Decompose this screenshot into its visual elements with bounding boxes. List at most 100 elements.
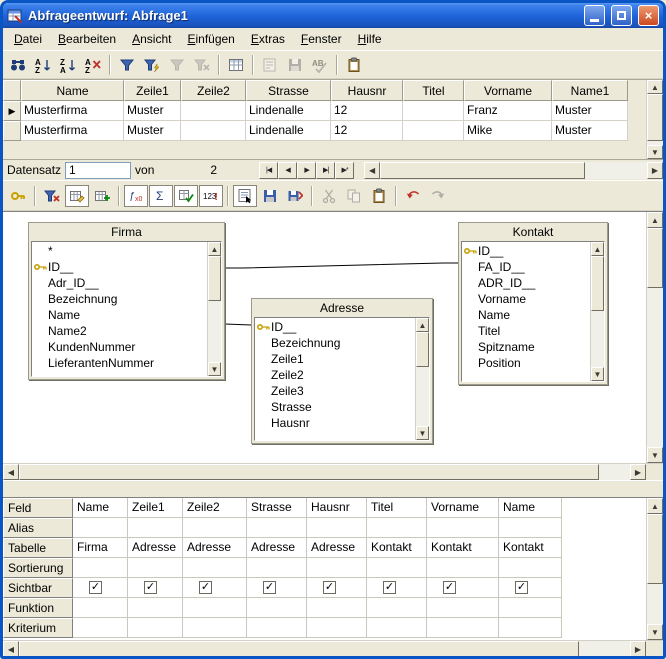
table-box-kontakt[interactable]: Kontakt ID__ FA_ID__ ADR_ID__ Vorname Na… bbox=[458, 222, 608, 385]
scroll-up-icon[interactable]: ▲ bbox=[647, 80, 663, 94]
cell[interactable]: Franz bbox=[464, 101, 552, 121]
grid-cell[interactable] bbox=[183, 618, 247, 638]
paste-button[interactable] bbox=[342, 54, 366, 76]
scroll-up-icon[interactable]: ▲ bbox=[208, 242, 221, 256]
cell[interactable]: 12 bbox=[331, 121, 403, 141]
query-design-canvas[interactable]: Firma * ID__ Adr_ID__ Bezeichnung Name N… bbox=[3, 211, 663, 463]
grid-cell[interactable]: Zeile1 bbox=[128, 498, 183, 518]
grid-cell[interactable]: Kontakt bbox=[367, 538, 427, 558]
scroll-left-icon[interactable]: ◀ bbox=[3, 641, 19, 657]
grid-cell[interactable] bbox=[499, 518, 562, 538]
grid-cell[interactable] bbox=[427, 558, 499, 578]
save-button[interactable] bbox=[258, 185, 282, 207]
grid-row-header-sortierung[interactable]: Sortierung bbox=[3, 558, 73, 578]
sort-descending-button[interactable]: Z A bbox=[56, 54, 80, 76]
scroll-up-icon[interactable]: ▲ bbox=[416, 318, 429, 332]
grid-cell[interactable]: Name bbox=[499, 498, 562, 518]
field-item[interactable]: LieferantenNummer bbox=[32, 355, 207, 371]
field-item[interactable]: FA_ID__ bbox=[462, 259, 590, 275]
scrollbar-thumb[interactable] bbox=[591, 256, 604, 311]
grid-cell[interactable] bbox=[247, 618, 307, 638]
totals-button[interactable]: Σ bbox=[149, 185, 173, 207]
field-item[interactable]: Bezeichnung bbox=[255, 335, 415, 351]
cell[interactable]: Muster bbox=[552, 121, 628, 141]
scrollbar-track[interactable] bbox=[647, 584, 663, 624]
scrollbar-track[interactable] bbox=[591, 311, 604, 367]
grid-cell[interactable]: Adresse bbox=[247, 538, 307, 558]
column-header-strasse[interactable]: Strasse bbox=[246, 80, 331, 101]
scrollbar-thumb[interactable] bbox=[208, 256, 221, 301]
grid-cell[interactable]: Kontakt bbox=[427, 538, 499, 558]
field-list-scrollbar[interactable]: ▲ ▼ bbox=[415, 318, 429, 440]
cell[interactable]: Muster bbox=[124, 101, 181, 121]
grid-cell[interactable]: Vorname bbox=[427, 498, 499, 518]
grid-cell[interactable] bbox=[367, 558, 427, 578]
menu-ansicht[interactable]: Ansicht bbox=[124, 29, 179, 49]
cell[interactable]: Lindenalle bbox=[246, 101, 331, 121]
cut-button[interactable] bbox=[317, 185, 341, 207]
redo-button[interactable] bbox=[426, 185, 450, 207]
grid-cell[interactable] bbox=[307, 618, 367, 638]
scroll-left-icon[interactable]: ◀ bbox=[3, 464, 19, 480]
titlebar[interactable]: Abfrageentwurf: Abfrage1 × bbox=[3, 3, 663, 28]
filter-button[interactable] bbox=[115, 54, 139, 76]
field-item[interactable]: Name bbox=[32, 307, 207, 323]
scroll-right-icon[interactable]: ▶ bbox=[647, 162, 663, 179]
column-header-zeile2[interactable]: Zeile2 bbox=[181, 80, 246, 101]
grid-cell[interactable]: Adresse bbox=[128, 538, 183, 558]
grid-cell[interactable] bbox=[499, 558, 562, 578]
grid-cell[interactable] bbox=[307, 558, 367, 578]
grid-cell[interactable] bbox=[73, 618, 128, 638]
scroll-down-icon[interactable]: ▼ bbox=[591, 367, 604, 381]
visible-checkbox[interactable] bbox=[144, 581, 157, 594]
scroll-down-icon[interactable]: ▼ bbox=[416, 426, 429, 440]
row-selector[interactable] bbox=[3, 121, 21, 141]
scrollbar-thumb[interactable] bbox=[647, 94, 663, 141]
grid-cell[interactable] bbox=[128, 618, 183, 638]
grid-cell[interactable] bbox=[128, 598, 183, 618]
field-item[interactable]: ID__ bbox=[32, 259, 207, 275]
menu-einfuegen[interactable]: Einfügen bbox=[179, 29, 242, 49]
grid-cell[interactable] bbox=[73, 518, 128, 538]
add-table-button[interactable] bbox=[90, 185, 114, 207]
table-title[interactable]: Kontakt bbox=[459, 223, 607, 240]
scroll-down-icon[interactable]: ▼ bbox=[647, 447, 663, 463]
grid-check-button[interactable] bbox=[174, 185, 198, 207]
close-button[interactable]: × bbox=[638, 5, 659, 26]
save-as-button[interactable] bbox=[283, 185, 307, 207]
properties-sheet-button[interactable] bbox=[233, 185, 257, 207]
field-item[interactable]: ADR_ID__ bbox=[462, 275, 590, 291]
field-item[interactable]: Bezeichnung bbox=[32, 291, 207, 307]
grid-cell[interactable] bbox=[367, 598, 427, 618]
scrollbar-thumb[interactable] bbox=[647, 514, 663, 584]
grid-horizontal-scrollbar[interactable]: ◀ ▶ bbox=[3, 640, 663, 657]
grid-row-header-funktion[interactable]: Funktion bbox=[3, 598, 73, 618]
pane-splitter[interactable] bbox=[3, 480, 663, 497]
scroll-up-icon[interactable]: ▲ bbox=[647, 212, 663, 228]
column-header-vorname[interactable]: Vorname bbox=[464, 80, 552, 101]
grid-vertical-scrollbar[interactable]: ▲ ▼ bbox=[646, 498, 663, 640]
column-header-titel[interactable]: Titel bbox=[403, 80, 464, 101]
scrollbar-track[interactable] bbox=[647, 288, 663, 447]
scrollbar-track[interactable] bbox=[208, 301, 221, 362]
grid-cell[interactable]: Adresse bbox=[307, 538, 367, 558]
cell[interactable] bbox=[181, 121, 246, 141]
scrollbar-thumb[interactable] bbox=[380, 162, 585, 179]
last-record-button[interactable]: ▶| bbox=[316, 162, 335, 179]
scroll-right-icon[interactable]: ▶ bbox=[630, 641, 646, 657]
design-horizontal-scrollbar[interactable]: ◀ ▶ bbox=[3, 463, 663, 480]
find-button[interactable] bbox=[6, 54, 30, 76]
scrollbar-track[interactable] bbox=[585, 162, 647, 179]
scrollbar-track[interactable] bbox=[599, 464, 630, 480]
cell[interactable]: Musterfirma bbox=[21, 121, 124, 141]
scrollbar-thumb[interactable] bbox=[19, 464, 599, 480]
grid-cell[interactable] bbox=[247, 578, 307, 598]
grid-cell[interactable] bbox=[183, 598, 247, 618]
grid-cell[interactable]: Zeile2 bbox=[183, 498, 247, 518]
cell[interactable]: Mike bbox=[464, 121, 552, 141]
field-list-scrollbar[interactable]: ▲ ▼ bbox=[590, 242, 604, 381]
grid-row-header-alias[interactable]: Alias bbox=[3, 518, 73, 538]
field-item[interactable]: Titel bbox=[462, 323, 590, 339]
grid-cell[interactable] bbox=[307, 598, 367, 618]
field-item[interactable]: Zeile1 bbox=[255, 351, 415, 367]
